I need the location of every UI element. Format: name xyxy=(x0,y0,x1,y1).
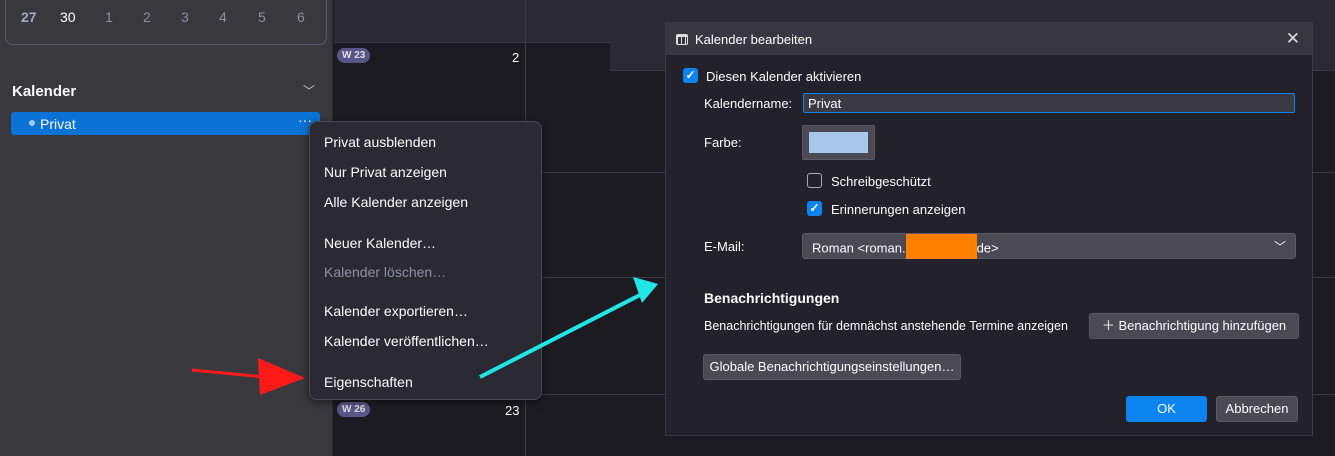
annotation-arrows xyxy=(191,277,658,395)
red-arrow xyxy=(191,358,305,395)
cyan-arrow xyxy=(479,277,658,379)
